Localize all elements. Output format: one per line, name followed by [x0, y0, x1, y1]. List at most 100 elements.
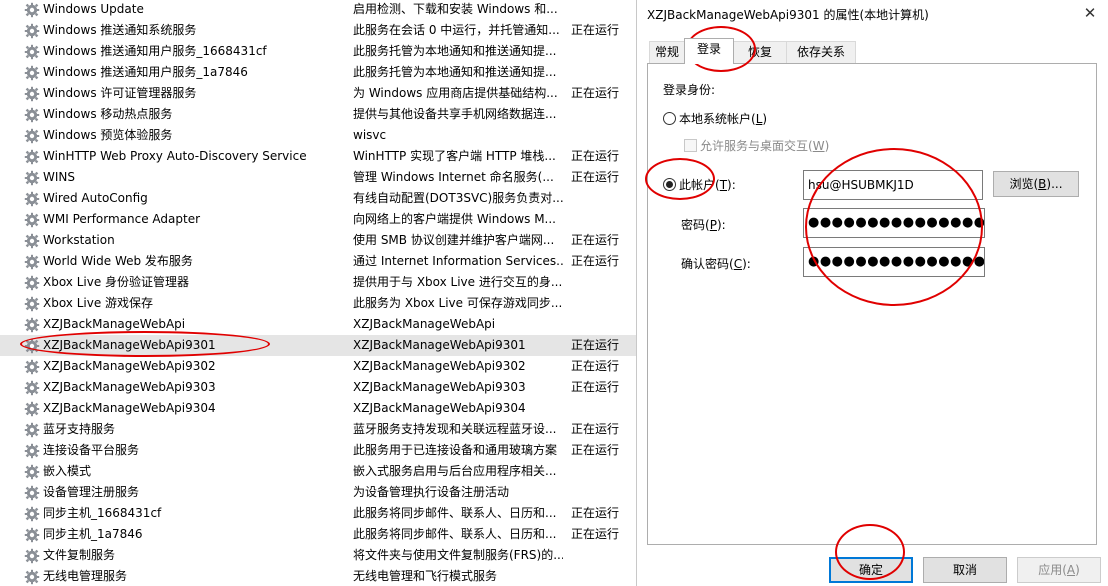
service-description: wisvc [353, 128, 387, 142]
this-account-radio[interactable] [663, 178, 676, 191]
service-row[interactable]: 设备管理注册服务 为设备管理执行设备注册活动 [0, 482, 636, 503]
browse-button[interactable]: 浏览(B)... [993, 171, 1079, 197]
service-description: WinHTTP 实现了客户端 HTTP 堆栈... [353, 149, 556, 163]
gear-icon [24, 191, 40, 207]
service-row[interactable]: XZJBackManageWebApi9304 XZJBackManageWebA… [0, 398, 636, 419]
account-input[interactable]: hsu@HSUBMKJ1D [803, 170, 983, 200]
service-row[interactable]: 文件复制服务 将文件夹与使用文件复制服务(FRS)的... [0, 545, 636, 566]
service-description: 嵌入式服务启用与后台应用程序相关... [353, 464, 557, 478]
service-name: 设备管理注册服务 [43, 485, 140, 499]
service-status: 正在运行 [571, 422, 620, 436]
password-label: 密码(P): [681, 218, 726, 232]
service-description: 此服务将同步邮件、联系人、日历和... [353, 506, 557, 520]
gear-icon [24, 233, 40, 249]
tab-logon[interactable]: 登录 [684, 38, 734, 64]
service-name: Workstation [43, 233, 115, 247]
cancel-button[interactable]: 取消 [923, 557, 1007, 583]
service-row[interactable]: WINS 管理 Windows Internet 命名服务(... 正在运行 [0, 167, 636, 188]
service-row[interactable]: Windows 许可证管理器服务 为 Windows 应用商店提供基础结构... 正… [0, 83, 636, 104]
service-row[interactable]: 连接设备平台服务 此服务用于已连接设备和通用玻璃方案 正在运行 [0, 440, 636, 461]
gear-icon [24, 443, 40, 459]
interact-desktop-label: 允许服务与桌面交互(W) [700, 139, 830, 153]
password-input[interactable]: ●●●●●●●●●●●●●●● [803, 208, 985, 238]
service-name: WMI Performance Adapter [43, 212, 201, 226]
service-name: XZJBackManageWebApi [43, 317, 186, 331]
service-row[interactable]: 同步主机_1a7846 此服务将同步邮件、联系人、日历和... 正在运行 [0, 524, 636, 545]
service-description: 此服务托管为本地通知和推送通知提... [353, 44, 557, 58]
service-status: 正在运行 [571, 506, 620, 520]
gear-icon [24, 422, 40, 438]
tab-general[interactable]: 常规 [649, 41, 685, 63]
gear-icon [24, 2, 40, 18]
gear-icon [24, 107, 40, 123]
service-name: 同步主机_1a7846 [43, 527, 143, 541]
service-row[interactable]: Workstation 使用 SMB 协议创建并维护客户端网... 正在运行 [0, 230, 636, 251]
service-row[interactable]: Xbox Live 游戏保存 此服务为 Xbox Live 可保存游戏同步... [0, 293, 636, 314]
apply-button[interactable]: 应用(A) [1017, 557, 1101, 583]
service-name: WinHTTP Web Proxy Auto-Discovery Service [43, 149, 307, 163]
service-description: 此服务为 Xbox Live 可保存游戏同步... [353, 296, 563, 310]
tab-dependencies[interactable]: 依存关系 [786, 41, 856, 63]
service-description: 无线电管理和飞行模式服务 [353, 569, 498, 583]
service-name: World Wide Web 发布服务 [43, 254, 193, 268]
service-row[interactable]: Windows 推送通知用户服务_1a7846 此服务托管为本地通知和推送通知提.… [0, 62, 636, 83]
service-row[interactable]: XZJBackManageWebApi9302 XZJBackManageWebA… [0, 356, 636, 377]
gear-icon [24, 170, 40, 186]
service-name: 连接设备平台服务 [43, 443, 140, 457]
service-row[interactable]: XZJBackManageWebApi9303 XZJBackManageWebA… [0, 377, 636, 398]
service-row[interactable]: 无线电管理服务 无线电管理和飞行模式服务 [0, 566, 636, 586]
service-name: 无线电管理服务 [43, 569, 128, 583]
service-name: XZJBackManageWebApi9301 [43, 338, 216, 352]
gear-icon [24, 464, 40, 480]
service-name: 嵌入模式 [43, 464, 92, 478]
service-row[interactable]: 同步主机_1668431cf 此服务将同步邮件、联系人、日历和... 正在运行 [0, 503, 636, 524]
service-name: Windows 推送通知用户服务_1a7846 [43, 65, 248, 79]
local-system-radio[interactable] [663, 112, 676, 125]
service-row[interactable]: XZJBackManageWebApi XZJBackManageWebApi [0, 314, 636, 335]
logon-as-label: 登录身份: [663, 83, 716, 97]
service-name: Xbox Live 身份验证管理器 [43, 275, 190, 289]
service-row[interactable]: WMI Performance Adapter 向网络上的客户端提供 Window… [0, 209, 636, 230]
service-name: WINS [43, 170, 75, 184]
local-system-label: 本地系统帐户(L) [679, 112, 768, 126]
service-description: 此服务用于已连接设备和通用玻璃方案 [353, 443, 558, 457]
service-row[interactable]: World Wide Web 发布服务 通过 Internet Informati… [0, 251, 636, 272]
confirm-password-input[interactable]: ●●●●●●●●●●●●●●● [803, 247, 985, 277]
service-description: 此服务在会话 0 中运行，并托管通知... [353, 23, 560, 37]
service-row[interactable]: Windows 推送通知用户服务_1668431cf 此服务托管为本地通知和推送通… [0, 41, 636, 62]
service-status: 正在运行 [571, 527, 620, 541]
confirm-password-label: 确认密码(C): [681, 257, 751, 271]
service-row[interactable]: XZJBackManageWebApi9301 XZJBackManageWebA… [0, 335, 636, 356]
service-description: XZJBackManageWebApi9302 [353, 359, 526, 373]
service-name: Windows 预览体验服务 [43, 128, 173, 142]
service-row[interactable]: Windows 推送通知系统服务 此服务在会话 0 中运行，并托管通知... 正在运… [0, 20, 636, 41]
service-row[interactable]: Xbox Live 身份验证管理器 提供用于与 Xbox Live 进行交互的身.… [0, 272, 636, 293]
services-list[interactable]: Windows Update 启用检测、下载和安装 Windows 和... Win… [0, 0, 636, 586]
service-description: 为 Windows 应用商店提供基础结构... [353, 86, 558, 100]
service-status: 正在运行 [571, 149, 620, 163]
service-description: 向网络上的客户端提供 Windows M... [353, 212, 556, 226]
gear-icon [24, 506, 40, 522]
service-description: 使用 SMB 协议创建并维护客户端网... [353, 233, 555, 247]
gear-icon [24, 23, 40, 39]
service-status: 正在运行 [571, 254, 620, 268]
service-row[interactable]: 嵌入模式 嵌入式服务启用与后台应用程序相关... [0, 461, 636, 482]
interact-desktop-checkbox[interactable] [684, 139, 697, 152]
service-row[interactable]: Windows 移动热点服务 提供与其他设备共享手机网络数据连... [0, 104, 636, 125]
ok-button[interactable]: 确定 [829, 557, 913, 583]
gear-icon [24, 338, 40, 354]
tab-recovery[interactable]: 恢复 [733, 41, 787, 63]
close-icon[interactable]: ✕ [1080, 3, 1100, 23]
gear-icon [24, 485, 40, 501]
service-status: 正在运行 [571, 443, 620, 457]
service-row[interactable]: 蓝牙支持服务 蓝牙服务支持发现和关联远程蓝牙设... 正在运行 [0, 419, 636, 440]
service-row[interactable]: Windows Update 启用检测、下载和安装 Windows 和... [0, 0, 636, 20]
service-name: 文件复制服务 [43, 548, 116, 562]
service-status: 正在运行 [571, 359, 620, 373]
service-description: 有线自动配置(DOT3SVC)服务负责对... [353, 191, 563, 205]
service-row[interactable]: Windows 预览体验服务 wisvc [0, 125, 636, 146]
gear-icon [24, 254, 40, 270]
service-row[interactable]: WinHTTP Web Proxy Auto-Discovery Service… [0, 146, 636, 167]
gear-icon [24, 212, 40, 228]
service-row[interactable]: Wired AutoConfig 有线自动配置(DOT3SVC)服务负责对... [0, 188, 636, 209]
